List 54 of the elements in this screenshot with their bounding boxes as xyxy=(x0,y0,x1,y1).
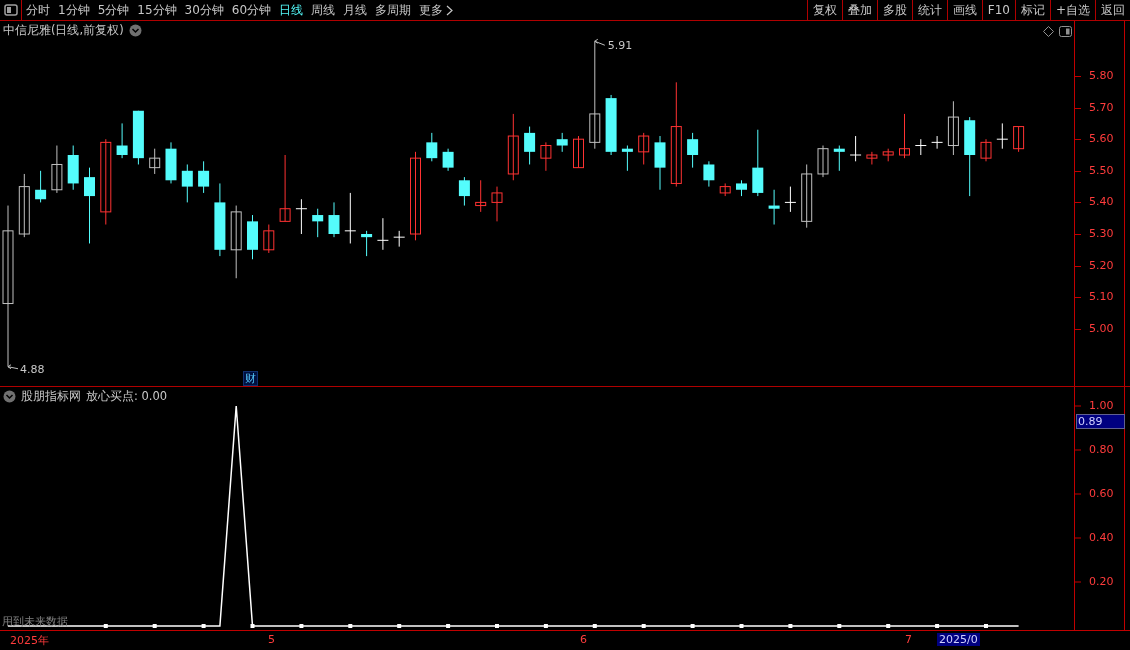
toolbar-button[interactable]: 返回 xyxy=(1095,0,1130,20)
date-label: 2025年 xyxy=(9,633,50,648)
indicator-axis-label: 0.60 xyxy=(1089,487,1114,501)
date-label: 2025/0 xyxy=(937,633,980,646)
period-tab[interactable]: 周线 xyxy=(307,0,340,20)
dropdown-icon[interactable] xyxy=(128,24,142,37)
diamond-icon[interactable] xyxy=(1043,26,1054,37)
leader-line xyxy=(7,364,19,370)
toolbar-button[interactable]: F10 xyxy=(981,0,1015,20)
period-tab[interactable]: 多周期 xyxy=(371,0,416,20)
chevron-right-icon xyxy=(446,4,454,16)
toolbar-button[interactable]: 复权 xyxy=(806,0,842,20)
indicator-reading: 放心买点: 0.00 xyxy=(86,389,168,404)
panel-toggle-icon[interactable] xyxy=(1059,26,1072,37)
toolbar-button[interactable]: 画线 xyxy=(946,0,982,20)
indicator-axis-label: 1.00 xyxy=(1089,399,1114,413)
price-axis-label: 5.40 xyxy=(1089,195,1114,210)
period-tab[interactable]: 30分钟 xyxy=(180,0,228,20)
period-tab[interactable]: 15分钟 xyxy=(133,0,181,20)
high-price-label: 5.91 xyxy=(607,39,633,53)
indicator-axis-label: 0.20 xyxy=(1089,575,1114,589)
period-tab[interactable]: 5分钟 xyxy=(93,0,134,20)
price-axis-label: 5.00 xyxy=(1089,321,1114,336)
toolbar-button[interactable]: 统计 xyxy=(911,0,947,20)
indicator-source: 股朋指标网 xyxy=(21,389,81,404)
indicator-axis-label: 0.80 xyxy=(1089,443,1114,457)
price-axis-label: 5.30 xyxy=(1089,227,1114,241)
period-tab[interactable]: 日线 xyxy=(275,0,308,20)
chart-title: 中信尼雅(日线,前复权) xyxy=(3,23,124,38)
toolbar-button[interactable]: +自选 xyxy=(1049,0,1095,20)
period-tab[interactable]: 1分钟 xyxy=(54,0,94,20)
leader-line xyxy=(594,38,606,46)
dropdown-icon[interactable] xyxy=(3,390,16,403)
price-axis-label: 5.60 xyxy=(1089,132,1114,147)
indicator-axis-label: 0.40 xyxy=(1089,531,1114,545)
toolbar-button[interactable]: 多股 xyxy=(876,0,912,20)
price-axis-label: 5.80 xyxy=(1089,69,1114,83)
low-price-label: 4.88 xyxy=(20,362,45,376)
cursor-value-label: 0.89 xyxy=(1076,414,1125,429)
price-axis-label: 5.20 xyxy=(1089,258,1114,273)
price-axis-label: 5.70 xyxy=(1089,100,1114,115)
date-label: 7 xyxy=(904,633,913,646)
date-label: 5 xyxy=(267,633,276,646)
period-tab[interactable]: 60分钟 xyxy=(227,0,276,20)
toolbar-button[interactable]: 标记 xyxy=(1014,0,1050,20)
price-axis-label: 5.50 xyxy=(1089,163,1114,178)
warning-text: 用到未来数据 xyxy=(2,614,68,629)
period-tab[interactable]: 更多 xyxy=(415,0,458,20)
period-tab[interactable]: 分时 xyxy=(22,0,54,20)
toolbar-button[interactable]: 叠加 xyxy=(841,0,877,20)
event-marker[interactable]: 财 xyxy=(243,371,258,386)
date-label: 6 xyxy=(579,633,588,646)
period-tab[interactable]: 月线 xyxy=(339,0,372,20)
price-axis-label: 5.10 xyxy=(1089,290,1114,305)
